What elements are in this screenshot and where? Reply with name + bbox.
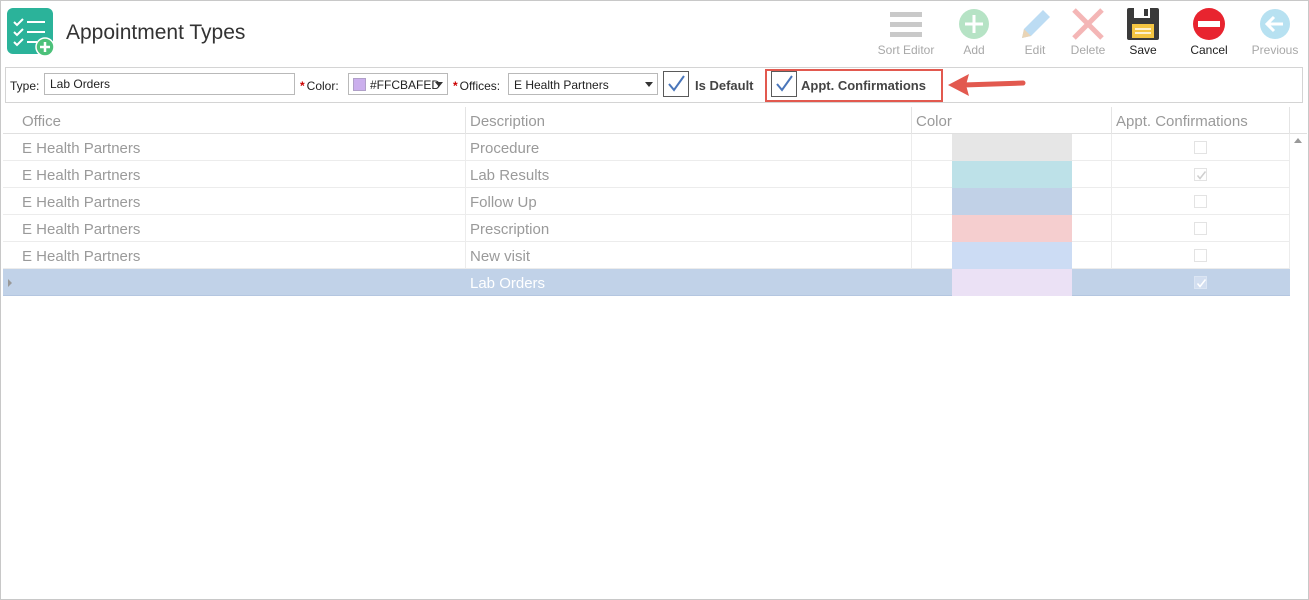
- floppy-disk-icon: [1127, 8, 1159, 40]
- cell-color[interactable]: [912, 134, 1112, 161]
- required-marker: *: [453, 79, 458, 93]
- cell-office[interactable]: E Health Partners: [18, 188, 466, 215]
- plus-circle-icon: [959, 9, 989, 39]
- cell-office[interactable]: [18, 269, 466, 296]
- cell-description[interactable]: New visit: [466, 242, 912, 269]
- table-row[interactable]: E Health Partners Lab Results: [3, 161, 1290, 188]
- table-row[interactable]: E Health Partners Prescription: [3, 215, 1290, 242]
- chevron-down-icon: [645, 82, 653, 87]
- scroll-up-icon[interactable]: [1294, 138, 1302, 143]
- appointment-type-form: Type: *Color: #FFCBAFED *Offices: E Heal…: [5, 67, 1303, 103]
- color-dropdown[interactable]: #FFCBAFED: [348, 73, 448, 95]
- color-label: Color:: [306, 79, 339, 93]
- pencil-icon: [1022, 10, 1050, 38]
- grid-header: Office Description Color Appt. Confirmat…: [3, 107, 1307, 134]
- color-swatch: [952, 269, 1072, 296]
- cell-description[interactable]: Follow Up: [466, 188, 912, 215]
- required-marker: *: [300, 79, 305, 93]
- save-label: Save: [1129, 43, 1157, 57]
- color-swatch: [952, 134, 1072, 161]
- highlight-box: [765, 69, 943, 102]
- row-indicator-icon: [8, 279, 12, 287]
- page-title: Appointment Types: [66, 21, 246, 44]
- appt-confirmation-checkbox[interactable]: [1194, 249, 1207, 262]
- offices-label-wrap: * Offices:: [453, 79, 500, 93]
- appointment-types-grid: Office Description Color Appt. Confirmat…: [3, 107, 1307, 597]
- cell-description[interactable]: Lab Results: [466, 161, 912, 188]
- cell-color[interactable]: [912, 242, 1112, 269]
- sort-editor-button[interactable]: Sort Editor: [871, 5, 941, 61]
- cell-description[interactable]: Prescription: [466, 215, 912, 242]
- appt-confirmation-checkbox[interactable]: [1194, 168, 1207, 181]
- column-header-appt-confirmations[interactable]: Appt. Confirmations: [1112, 107, 1290, 134]
- sort-editor-label: Sort Editor: [877, 43, 935, 57]
- table-row[interactable]: Lab Orders: [3, 269, 1290, 296]
- cancel-button[interactable]: Cancel: [1174, 5, 1244, 61]
- cell-color[interactable]: [912, 215, 1112, 242]
- table-row[interactable]: E Health Partners Procedure: [3, 134, 1290, 161]
- save-button[interactable]: Save: [1108, 5, 1178, 61]
- pointer-arrow-icon: [948, 74, 1026, 96]
- appt-confirmation-checkbox[interactable]: [1194, 276, 1207, 289]
- column-header-color[interactable]: Color: [912, 107, 1112, 134]
- color-label-wrap: * Color:: [300, 79, 339, 93]
- column-header-office[interactable]: Office: [18, 107, 466, 134]
- color-swatch: [952, 161, 1072, 188]
- chevron-down-icon: [435, 82, 443, 87]
- add-button[interactable]: Add: [939, 5, 1009, 61]
- offices-dropdown[interactable]: E Health Partners: [508, 73, 658, 95]
- color-value: #FFCBAFED: [370, 78, 441, 92]
- checkmark-icon: [1196, 279, 1207, 288]
- cancel-label: Cancel: [1190, 43, 1228, 57]
- cell-description[interactable]: Procedure: [466, 134, 912, 161]
- color-swatch: [952, 215, 1072, 242]
- cell-appt-confirmations: [1112, 161, 1290, 188]
- offices-value: E Health Partners: [514, 78, 609, 92]
- arrow-left-circle-icon: [1260, 9, 1290, 39]
- cell-color[interactable]: [912, 161, 1112, 188]
- cell-description[interactable]: Lab Orders: [466, 269, 912, 296]
- is-default-label: Is Default: [695, 78, 754, 93]
- appt-confirmation-checkbox[interactable]: [1194, 222, 1207, 235]
- cell-appt-confirmations: [1112, 188, 1290, 215]
- previous-label: Previous: [1251, 43, 1299, 57]
- checkmark-icon: [668, 75, 685, 92]
- type-input[interactable]: [44, 73, 295, 95]
- cell-appt-confirmations: [1112, 215, 1290, 242]
- table-row[interactable]: E Health Partners Follow Up: [3, 188, 1290, 215]
- appt-confirmation-checkbox[interactable]: [1194, 195, 1207, 208]
- appt-confirmation-checkbox[interactable]: [1194, 141, 1207, 154]
- color-swatch: [353, 78, 366, 91]
- checkmark-icon: [1196, 171, 1207, 180]
- checklist-add-icon: [7, 8, 55, 57]
- window-frame: Appointment Types Sort Editor Add Edit D…: [0, 0, 1309, 600]
- is-default-checkbox[interactable]: [663, 71, 689, 97]
- cell-office[interactable]: E Health Partners: [18, 242, 466, 269]
- cell-color[interactable]: [912, 188, 1112, 215]
- x-mark-icon: [1072, 8, 1104, 40]
- color-swatch: [952, 242, 1072, 269]
- cell-appt-confirmations: [1112, 134, 1290, 161]
- cell-office[interactable]: E Health Partners: [18, 161, 466, 188]
- no-entry-icon: [1193, 8, 1225, 40]
- cell-office[interactable]: E Health Partners: [18, 215, 466, 242]
- cell-office[interactable]: E Health Partners: [18, 134, 466, 161]
- column-header-description[interactable]: Description: [466, 107, 912, 134]
- table-row[interactable]: E Health Partners New visit: [3, 242, 1290, 269]
- cell-color[interactable]: [912, 269, 1112, 296]
- add-label: Add: [963, 43, 985, 57]
- cell-appt-confirmations: [1112, 242, 1290, 269]
- type-label: Type:: [10, 79, 40, 93]
- cell-appt-confirmations: [1112, 269, 1290, 296]
- menu-lines-icon: [890, 12, 922, 37]
- offices-label: Offices:: [459, 79, 501, 93]
- color-swatch: [952, 188, 1072, 215]
- previous-button[interactable]: Previous: [1240, 5, 1309, 61]
